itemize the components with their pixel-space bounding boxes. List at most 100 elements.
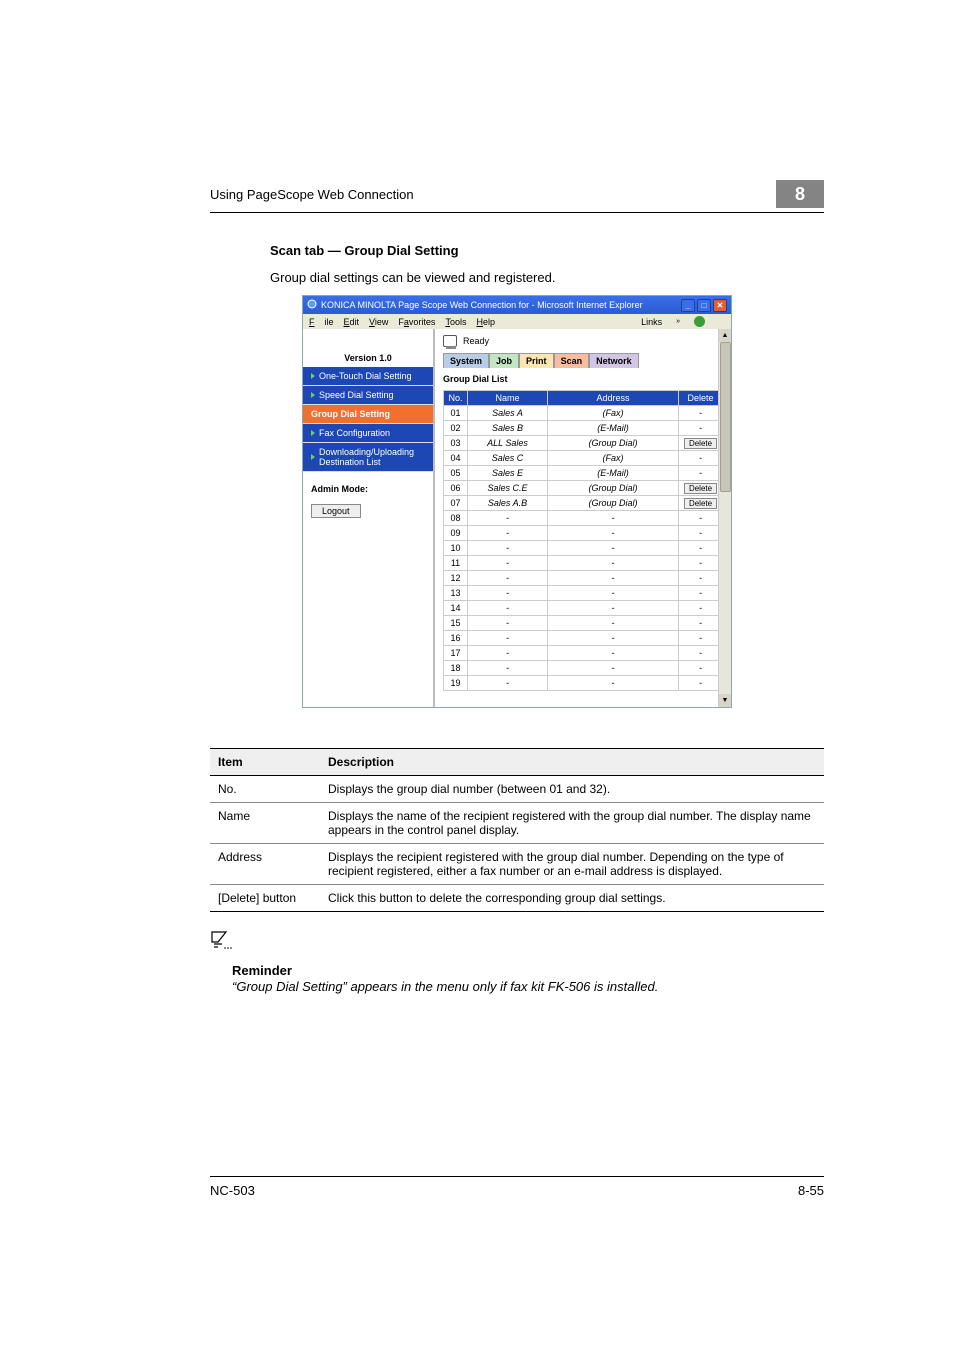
table-row[interactable]: 11--- (444, 556, 723, 571)
cell-address: (Group Dial) (548, 496, 679, 511)
window-maximize-button[interactable]: □ (697, 299, 711, 312)
window-minimize-button[interactable]: _ (681, 299, 695, 312)
sidebar-item-speed[interactable]: Speed Dial Setting (303, 386, 433, 405)
cell-no: 08 (444, 511, 468, 526)
cell-delete: - (679, 451, 723, 466)
links-chevron-icon[interactable]: » (676, 318, 680, 325)
cell-no: 07 (444, 496, 468, 511)
vertical-scrollbar[interactable]: ▲ ▼ (718, 329, 731, 707)
main-tabs: System Job Print Scan Network (443, 353, 723, 368)
note-icon (210, 930, 234, 952)
sidebar-item-fax-config[interactable]: Fax Configuration (303, 424, 433, 443)
cell-no: 06 (444, 481, 468, 496)
menu-view[interactable]: View (369, 317, 388, 327)
cell-delete: - (679, 661, 723, 676)
cell-no: 03 (444, 436, 468, 451)
menu-help[interactable]: Help (476, 317, 495, 327)
table-row[interactable]: 17--- (444, 646, 723, 661)
logout-button[interactable]: Logout (311, 504, 361, 518)
ie-links-label[interactable]: Links (641, 317, 662, 327)
section-title: Scan tab — Group Dial Setting (270, 243, 824, 258)
tab-job[interactable]: Job (489, 353, 519, 368)
cell-name: - (468, 511, 548, 526)
chevron-right-icon (311, 454, 315, 460)
table-row[interactable]: 02Sales B(E-Mail)- (444, 421, 723, 436)
table-row[interactable]: 13--- (444, 586, 723, 601)
cell-no: 15 (444, 616, 468, 631)
cell-no: 14 (444, 601, 468, 616)
menu-file[interactable]: File (309, 317, 334, 327)
cell-name: - (468, 556, 548, 571)
cell-delete: Delete (679, 496, 723, 511)
version-label: Version 1.0 (303, 329, 433, 367)
ie-icon (307, 299, 317, 311)
cell-name: - (468, 616, 548, 631)
sidebar-item-one-touch[interactable]: One-Touch Dial Setting (303, 367, 433, 386)
desc-row: No.Displays the group dial number (betwe… (210, 776, 824, 803)
menu-favorites[interactable]: Favorites (398, 317, 435, 327)
sidebar-item-group[interactable]: Group Dial Setting (303, 405, 433, 424)
cell-no: 01 (444, 406, 468, 421)
delete-button[interactable]: Delete (684, 483, 717, 494)
cell-no: 13 (444, 586, 468, 601)
table-row[interactable]: 08--- (444, 511, 723, 526)
tab-system[interactable]: System (443, 353, 489, 368)
delete-button[interactable]: Delete (684, 498, 717, 509)
table-row[interactable]: 12--- (444, 571, 723, 586)
desc-item: No. (210, 776, 320, 803)
desc-header-desc: Description (320, 749, 824, 776)
table-row[interactable]: 16--- (444, 631, 723, 646)
scroll-thumb[interactable] (720, 342, 731, 492)
reminder-title: Reminder (232, 963, 824, 978)
tab-scan[interactable]: Scan (554, 353, 590, 368)
window-close-button[interactable]: ✕ (713, 299, 727, 312)
cell-delete: - (679, 421, 723, 436)
cell-name: ALL Sales (468, 436, 548, 451)
table-row[interactable]: 04Sales C(Fax)- (444, 451, 723, 466)
desc-text: Click this button to delete the correspo… (320, 885, 824, 912)
cell-address: - (548, 526, 679, 541)
ie-menu-bar: File Edit View Favorites Tools Help Link… (303, 314, 731, 329)
cell-address: - (548, 661, 679, 676)
menu-tools[interactable]: Tools (445, 317, 466, 327)
desc-text: Displays the recipient registered with t… (320, 844, 824, 885)
desc-text: Displays the group dial number (between … (320, 776, 824, 803)
cell-delete: Delete (679, 436, 723, 451)
desc-item: Address (210, 844, 320, 885)
cell-name: Sales E (468, 466, 548, 481)
admin-mode-label: Admin Mode: (311, 484, 425, 494)
tab-network[interactable]: Network (589, 353, 639, 368)
cell-delete: - (679, 526, 723, 541)
cell-address: - (548, 541, 679, 556)
header-chapter-num: 8 (776, 180, 824, 208)
table-row[interactable]: 14--- (444, 601, 723, 616)
table-row[interactable]: 10--- (444, 541, 723, 556)
table-row[interactable]: 05Sales E(E-Mail)- (444, 466, 723, 481)
delete-button[interactable]: Delete (684, 438, 717, 449)
scroll-up-icon[interactable]: ▲ (719, 329, 731, 342)
cell-name: Sales C.E (468, 481, 548, 496)
table-row[interactable]: 07Sales A.B(Group Dial)Delete (444, 496, 723, 511)
status-text: Ready (463, 336, 489, 346)
col-name: Name (468, 391, 548, 406)
table-row[interactable]: 19--- (444, 676, 723, 691)
scroll-down-icon[interactable]: ▼ (719, 694, 731, 707)
cell-name: - (468, 586, 548, 601)
cell-no: 04 (444, 451, 468, 466)
cell-delete: - (679, 556, 723, 571)
table-row[interactable]: 15--- (444, 616, 723, 631)
table-row[interactable]: 01Sales A(Fax)- (444, 406, 723, 421)
cell-no: 02 (444, 421, 468, 436)
table-row[interactable]: 18--- (444, 661, 723, 676)
table-row[interactable]: 03ALL Sales(Group Dial)Delete (444, 436, 723, 451)
cell-address: (Fax) (548, 451, 679, 466)
tab-print[interactable]: Print (519, 353, 554, 368)
col-address: Address (548, 391, 679, 406)
cell-delete: - (679, 646, 723, 661)
sidebar-item-download[interactable]: Downloading/Uploading Destination List (303, 443, 433, 472)
table-row[interactable]: 09--- (444, 526, 723, 541)
menu-edit[interactable]: Edit (344, 317, 360, 327)
cell-address: (Group Dial) (548, 481, 679, 496)
ie-go-icon[interactable] (694, 316, 705, 327)
table-row[interactable]: 06Sales C.E(Group Dial) Delete (444, 481, 723, 496)
